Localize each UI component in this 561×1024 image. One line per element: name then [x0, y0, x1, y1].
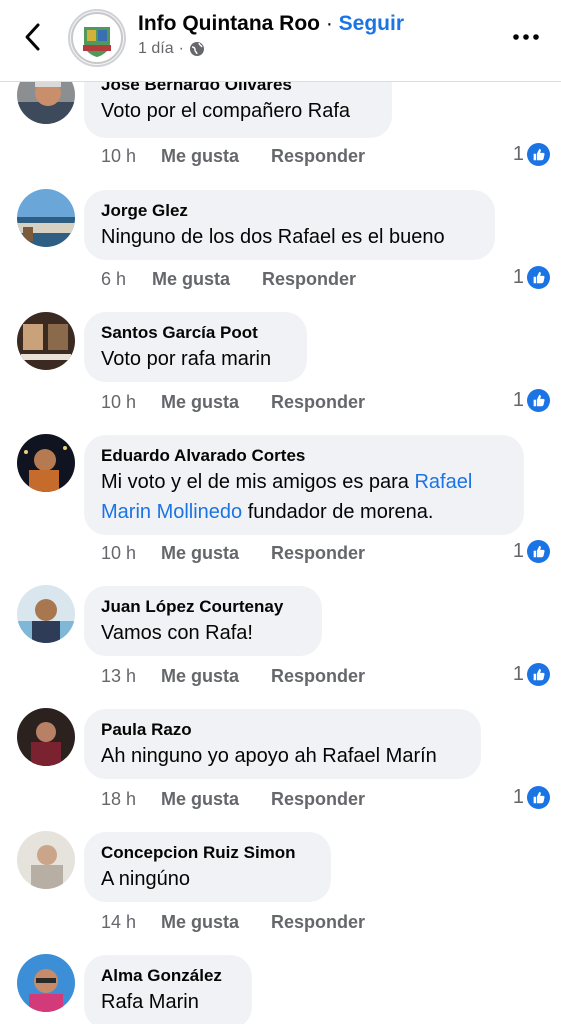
- comment-author[interactable]: Alma González: [101, 965, 235, 987]
- reply-button[interactable]: Responder: [262, 269, 356, 290]
- comment-actions: 10 h Me gusta Responder: [101, 392, 365, 413]
- like-button[interactable]: Me gusta: [161, 543, 239, 564]
- page-name[interactable]: Info Quintana Roo: [138, 12, 320, 35]
- comment-bubble: Jorge Glez Ninguno de los dos Rafael es …: [84, 190, 495, 260]
- reaction-count-label: 1: [512, 143, 524, 165]
- reaction-count[interactable]: 1: [513, 663, 550, 686]
- reaction-count-label: 1: [512, 786, 524, 808]
- reply-button[interactable]: Responder: [271, 789, 365, 810]
- reaction-count[interactable]: 1: [513, 266, 550, 289]
- like-button[interactable]: Me gusta: [161, 789, 239, 810]
- comment-text: A ningúno: [101, 868, 190, 890]
- reply-button[interactable]: Responder: [271, 912, 365, 933]
- comment-author[interactable]: Juan López Courtenay: [101, 596, 305, 618]
- chevron-left-icon: [25, 23, 40, 51]
- comment-bubble: Eduardo Alvarado Cortes Mi voto y el de …: [84, 435, 524, 535]
- more-options-button[interactable]: [511, 27, 541, 47]
- comment-text: Mi voto y el de mis amigos es para Rafae…: [101, 467, 507, 527]
- comment-bubble: Paula Razo Ah ninguno yo apoyo ah Rafael…: [84, 709, 481, 779]
- comment-text: Ninguno de los dos Rafael es el bueno: [101, 226, 445, 248]
- reaction-count-label: 1: [512, 266, 524, 288]
- reaction-count[interactable]: 1: [513, 540, 550, 563]
- avatar[interactable]: [17, 585, 75, 643]
- reaction-count[interactable]: 1: [513, 143, 550, 166]
- page-title: Info Quintana Roo · Seguir: [138, 12, 404, 36]
- reaction-count-label: 1: [512, 540, 524, 562]
- more-options-icon: [513, 34, 539, 40]
- post-time[interactable]: 1 día: [138, 40, 174, 58]
- comment-actions: 6 h Me gusta Responder: [101, 269, 356, 290]
- comment-author[interactable]: Eduardo Alvarado Cortes: [101, 445, 507, 467]
- thumbs-up-icon: [527, 540, 550, 563]
- like-button[interactable]: Me gusta: [161, 392, 239, 413]
- avatar[interactable]: [17, 831, 75, 889]
- comment-text-part: fundador de morena.: [242, 501, 434, 523]
- globe-icon: [189, 42, 204, 56]
- comment-text: Vamos con Rafa!: [101, 622, 253, 644]
- comment-bubble: Santos García Poot Voto por rafa marin: [84, 312, 307, 382]
- reply-button[interactable]: Responder: [271, 392, 365, 413]
- comments-list: Jose Bernardo Olivares Voto por el compa…: [0, 0, 561, 1024]
- avatar[interactable]: [17, 312, 75, 370]
- like-button[interactable]: Me gusta: [161, 666, 239, 687]
- thumbs-up-icon: [527, 266, 550, 289]
- page-avatar[interactable]: [68, 9, 126, 67]
- comment-actions: 10 h Me gusta Responder: [101, 146, 365, 167]
- comment-bubble: Juan López Courtenay Vamos con Rafa!: [84, 586, 322, 656]
- page-header: Info Quintana Roo · Seguir 1 día ·: [0, 0, 561, 82]
- avatar[interactable]: [17, 954, 75, 1012]
- like-button[interactable]: Me gusta: [161, 912, 239, 933]
- comment-time: 10 h: [101, 392, 137, 412]
- reply-button[interactable]: Responder: [271, 146, 365, 167]
- thumbs-up-icon: [527, 663, 550, 686]
- comment-actions: 13 h Me gusta Responder: [101, 666, 365, 687]
- comment-time: 13 h: [101, 666, 137, 686]
- avatar[interactable]: [17, 189, 75, 247]
- comment-actions: 14 h Me gusta Responder: [101, 912, 365, 933]
- comment-time: 10 h: [101, 146, 137, 166]
- comment-time: 10 h: [101, 543, 137, 563]
- comment-actions: 10 h Me gusta Responder: [101, 543, 365, 564]
- meta-separator: ·: [178, 40, 184, 57]
- reply-button[interactable]: Responder: [271, 543, 365, 564]
- thumbs-up-icon: [527, 389, 550, 412]
- comment-text-part: Mi voto y el de mis amigos es para: [101, 471, 415, 493]
- reaction-count-label: 1: [512, 663, 524, 685]
- comment-text: Ah ninguno yo apoyo ah Rafael Marín: [101, 745, 437, 767]
- comment-actions: 18 h Me gusta Responder: [101, 789, 365, 810]
- comment-time: 14 h: [101, 912, 137, 932]
- like-button[interactable]: Me gusta: [161, 146, 239, 167]
- comment-time: 6 h: [101, 269, 127, 289]
- comment-author[interactable]: Santos García Poot: [101, 322, 290, 344]
- comment-author[interactable]: Paula Razo: [101, 719, 464, 741]
- comment-bubble: Alma González Rafa Marin: [84, 955, 252, 1024]
- comment-text: Rafa Marin: [101, 991, 199, 1013]
- comment-author[interactable]: Concepcion Ruiz Simon: [101, 842, 314, 864]
- comment-text: Voto por el compañero Rafa: [101, 100, 351, 122]
- reaction-count-label: 1: [512, 389, 524, 411]
- like-button[interactable]: Me gusta: [152, 269, 230, 290]
- reaction-count[interactable]: 1: [513, 389, 550, 412]
- reply-button[interactable]: Responder: [271, 666, 365, 687]
- avatar[interactable]: [17, 708, 75, 766]
- thumbs-up-icon: [527, 786, 550, 809]
- thumbs-up-icon: [527, 143, 550, 166]
- follow-button[interactable]: Seguir: [339, 12, 404, 35]
- post-meta: 1 día ·: [138, 40, 205, 58]
- comment-author[interactable]: Jorge Glez: [101, 200, 478, 222]
- comment-text: Voto por rafa marin: [101, 348, 272, 370]
- back-button[interactable]: [18, 20, 48, 54]
- avatar[interactable]: [17, 434, 75, 492]
- comment-bubble: Concepcion Ruiz Simon A ningúno: [84, 832, 331, 902]
- title-separator: ·: [325, 12, 333, 35]
- reaction-count[interactable]: 1: [513, 786, 550, 809]
- comment-time: 18 h: [101, 789, 137, 809]
